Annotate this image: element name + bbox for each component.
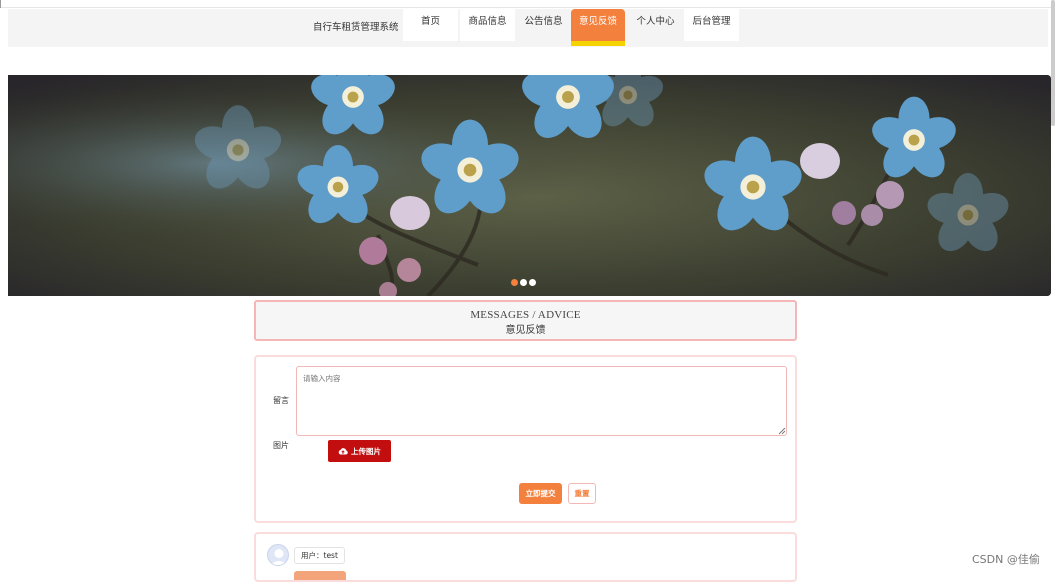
comment-user: 用户：test (294, 547, 345, 564)
top-nav: 自行车租赁管理系统 首页 商品信息 公告信息 意见反馈 个人中心 后台管理 (8, 9, 1048, 47)
watermark: CSDN @佳偷 (972, 553, 1040, 566)
nav-item-profile[interactable]: 个人中心 (628, 9, 683, 41)
messages-header: MESSAGES / ADVICE 意见反馈 (254, 300, 797, 341)
nav-item-notices[interactable]: 公告信息 (516, 9, 571, 41)
site-brand: 自行车租赁管理系统 (313, 22, 399, 33)
content-label: 留言 (273, 396, 289, 405)
carousel-dot-3[interactable] (529, 279, 536, 286)
window-edge-tick (0, 0, 1, 8)
resize-handle-icon[interactable] (778, 427, 786, 435)
feedback-form: 留言 图片 上传图片 立即提交 重置 (254, 355, 797, 523)
nav-item-feedback[interactable]: 意见反馈 (571, 9, 625, 41)
banner-carousel[interactable] (8, 75, 1051, 296)
nav-item-products[interactable]: 商品信息 (460, 9, 515, 41)
messages-title-cn: 意见反馈 (505, 325, 546, 336)
avatar (267, 544, 289, 566)
nav-item-admin[interactable]: 后台管理 (684, 9, 739, 41)
nav-active-indicator (571, 41, 625, 46)
banner-image (8, 75, 1051, 296)
user-avatar-icon (271, 549, 287, 565)
page-scrollbar[interactable] (1051, 0, 1055, 126)
carousel-dot-2[interactable] (520, 279, 527, 286)
reset-button[interactable]: 重置 (568, 483, 596, 504)
carousel-dot-1[interactable] (511, 279, 518, 286)
messages-title-en: MESSAGES / ADVICE (470, 309, 581, 321)
window-top-strip (0, 0, 1055, 8)
upload-button-label: 上传图片 (351, 446, 381, 456)
submit-button[interactable]: 立即提交 (519, 483, 562, 504)
image-label: 图片 (273, 441, 289, 450)
comment-card: 用户：test (254, 532, 797, 582)
cloud-upload-icon (338, 448, 348, 455)
content-textarea[interactable] (296, 366, 787, 436)
nav-item-home[interactable]: 首页 (403, 9, 458, 41)
upload-image-button[interactable]: 上传图片 (328, 440, 391, 462)
